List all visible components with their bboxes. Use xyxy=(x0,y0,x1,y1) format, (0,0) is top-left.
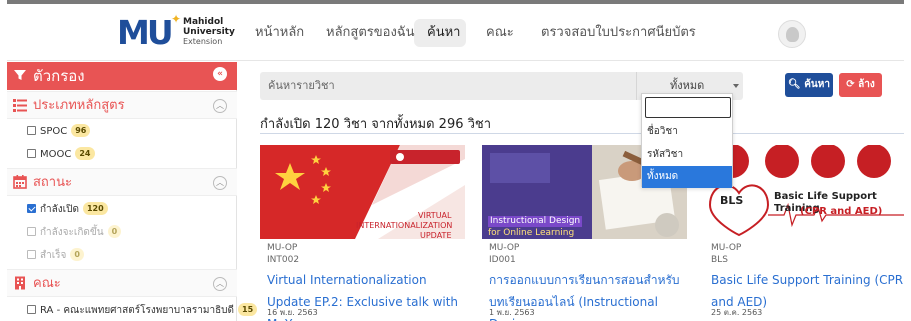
search-scope-dropdown: ชื่อวิชา รหัสวิชา ทั้งหมด xyxy=(641,93,733,188)
option-label: RA - คณะแพทยศาสตร์โรงพยาบาลรามาธิบดี xyxy=(40,305,235,316)
building-icon xyxy=(15,276,25,290)
option-label: กำลังจะเกิดขึ้น xyxy=(40,227,104,238)
thumbnail-text-2: INTERNATIONALIZATION xyxy=(356,221,453,230)
checkbox[interactable] xyxy=(27,126,36,135)
logo-star-icon: ✦ xyxy=(171,12,182,26)
count-badge: 0 xyxy=(70,248,84,261)
calendar-icon xyxy=(13,175,27,189)
course-code: INT002 xyxy=(267,255,300,265)
result-summary: กำลังเปิด 120 วิชา จากทั้งหมด 296 วิชา xyxy=(260,117,492,132)
result-divider xyxy=(260,133,904,134)
nav-home[interactable]: หน้าหลัก xyxy=(255,25,304,41)
collapse-sidebar-icon[interactable]: « xyxy=(213,67,227,81)
dropdown-option-course-name[interactable]: ชื่อวิชา xyxy=(642,121,732,143)
filter-header: ตัวกรอง « xyxy=(7,62,237,90)
filter-option-faculty-ra[interactable]: RA - คณะแพทยศาสตร์โรงพยาบาลรามาธิบดี 15 xyxy=(27,303,258,318)
option-label: กำลังเปิด xyxy=(40,204,79,215)
course-thumbnail[interactable]: VIRTUAL INTERNATIONALIZATION UPDATE xyxy=(260,145,465,239)
dropdown-option-course-code[interactable]: รหัสวิชา xyxy=(642,144,732,166)
filter-icon xyxy=(14,70,26,80)
filter-sidebar: ตัวกรอง « ประเภทหลักสูตร ︿ SPOC 96 MOOC 24 xyxy=(7,62,258,321)
course-title[interactable]: Basic Life Support Training (CPR and AED… xyxy=(711,269,907,313)
section-title: สถานะ xyxy=(33,175,72,190)
course-org: MU-OP xyxy=(267,243,298,253)
count-badge: 120 xyxy=(82,202,108,215)
search-button-label: ค้นหา xyxy=(804,79,830,90)
option-label: SPOC xyxy=(40,126,68,137)
course-card[interactable]: BLS Basic Life Support Training (CPR and… xyxy=(704,145,909,321)
checkbox[interactable] xyxy=(27,149,36,158)
count-badge: 24 xyxy=(75,147,95,160)
thumbnail-text-3: UPDATE xyxy=(420,231,452,239)
filter-title: ตัวกรอง xyxy=(33,67,85,85)
section-title: คณะ xyxy=(33,276,61,291)
thumbnail-text-bls: BLS xyxy=(720,194,744,207)
site-logo[interactable]: MU ✦ Mahidol University Extension xyxy=(117,12,237,56)
checkbox[interactable] xyxy=(27,250,36,259)
course-thumbnail[interactable]: BLS Basic Life Support Training (CPR and… xyxy=(704,145,909,239)
refresh-icon: ⟳ xyxy=(846,79,855,90)
option-label: MOOC xyxy=(40,149,72,160)
search-button[interactable]: 🔍︎ ค้นหา xyxy=(785,73,833,97)
section-course-type[interactable]: ประเภทหลักสูตร ︿ xyxy=(7,91,237,119)
course-org: MU-OP xyxy=(711,243,742,253)
university-seal-icon[interactable] xyxy=(778,20,806,48)
nav-faculty[interactable]: คณะ xyxy=(486,25,514,41)
count-badge: 15 xyxy=(238,303,258,316)
chevron-up-icon[interactable]: ︿ xyxy=(213,277,227,291)
search-icon: 🔍︎ xyxy=(788,79,801,90)
site-header: MU ✦ Mahidol University Extension หน้าหล… xyxy=(7,4,904,61)
course-card[interactable]: VIRTUAL INTERNATIONALIZATION UPDATE MU-O… xyxy=(260,145,465,321)
thumbnail-text-1: VIRTUAL xyxy=(418,211,452,220)
thumbnail-text-1: Instructional Design xyxy=(488,216,583,227)
count-badge: 0 xyxy=(107,225,122,238)
clear-button[interactable]: ⟳ ล้าง xyxy=(839,73,882,97)
clear-button-label: ล้าง xyxy=(858,79,875,90)
filter-option-mooc[interactable]: MOOC 24 xyxy=(27,147,95,162)
logo-line-2: University xyxy=(183,27,235,37)
nav-certificate-check[interactable]: ตรวจสอบใบประกาศนียบัตร xyxy=(541,25,696,41)
course-code: ID001 xyxy=(489,255,516,265)
checkbox-checked[interactable] xyxy=(27,204,36,213)
section-faculty[interactable]: คณะ ︿ xyxy=(7,269,237,297)
section-title: ประเภทหลักสูตร xyxy=(33,98,125,113)
filter-option-open[interactable]: กำลังเปิด 120 xyxy=(27,202,108,217)
app-frame: MU ✦ Mahidol University Extension หน้าหล… xyxy=(0,0,911,321)
thumbnail-text-2: for Online Learning xyxy=(488,228,575,238)
dropdown-option-all[interactable]: ทั้งหมด xyxy=(642,166,732,188)
chevron-up-icon[interactable]: ︿ xyxy=(213,176,227,190)
filter-option-upcoming[interactable]: กำลังจะเกิดขึ้น 0 xyxy=(27,225,122,240)
window-left-edge xyxy=(0,0,7,321)
course-date: 1 พ.ย. 2563 xyxy=(489,308,535,317)
caret-down-icon xyxy=(733,84,739,88)
filter-option-completed[interactable]: สำเร็จ 0 xyxy=(27,248,84,263)
checkbox[interactable] xyxy=(27,227,36,236)
filter-option-spoc[interactable]: SPOC 96 xyxy=(27,124,91,139)
course-org: MU-OP xyxy=(489,243,520,253)
logo-mark: MU xyxy=(117,13,174,52)
search-input[interactable]: ค้นหารายวิชา xyxy=(268,79,335,93)
thumbnail-text-2: (CPR and AED) xyxy=(800,206,883,217)
list-icon xyxy=(13,99,27,112)
nav-my-courses[interactable]: หลักสูตรของฉัน xyxy=(326,25,415,41)
checkbox[interactable] xyxy=(27,305,36,314)
logo-line-3: Extension xyxy=(183,37,223,46)
chevron-up-icon[interactable]: ︿ xyxy=(213,99,227,113)
nav-search[interactable]: ค้นหา xyxy=(427,25,460,41)
course-date: 16 พ.ย. 2563 xyxy=(267,308,318,317)
option-label: สำเร็จ xyxy=(40,250,67,261)
count-badge: 96 xyxy=(71,124,91,137)
logo-line-1: Mahidol xyxy=(183,17,224,27)
dropdown-filter-input[interactable] xyxy=(645,97,731,118)
search-scope-value: ทั้งหมด xyxy=(670,79,705,92)
section-status[interactable]: สถานะ ︿ xyxy=(7,168,237,196)
course-code: BLS xyxy=(711,255,728,265)
course-date: 25 ต.ค. 2563 xyxy=(711,308,763,317)
